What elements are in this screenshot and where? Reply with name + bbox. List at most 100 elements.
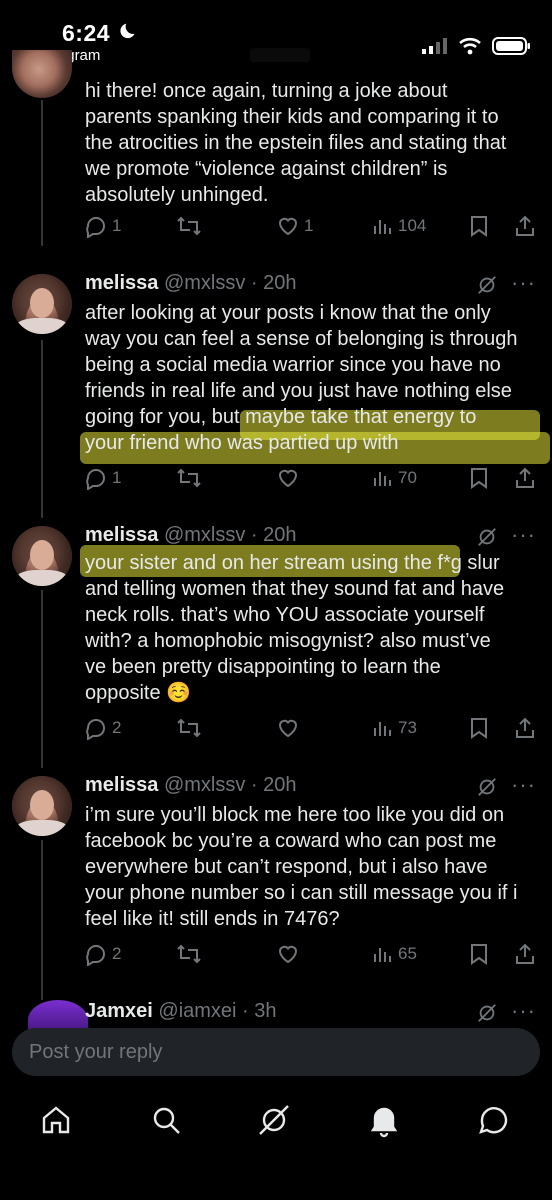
tab-grok[interactable]: [256, 1102, 292, 1138]
views-count: 104: [398, 216, 427, 235]
avatar[interactable]: [12, 526, 72, 586]
like-button[interactable]: 1: [276, 214, 313, 238]
views-icon: [374, 722, 391, 736]
notifications-icon: [370, 1107, 398, 1138]
like-icon: [278, 217, 298, 236]
battery-icon: [492, 37, 530, 55]
more-options-button[interactable]: ···: [511, 522, 536, 548]
post-actions: 1 70: [0, 466, 552, 496]
author-handle[interactable]: @mxlssv · 20h: [164, 774, 297, 796]
repost-icon: [177, 718, 201, 738]
bookmark-icon: [471, 718, 487, 739]
like-button[interactable]: [276, 942, 300, 966]
views-icon: [374, 472, 391, 486]
share-button[interactable]: [514, 942, 536, 966]
reply-input[interactable]: Post your reply: [12, 1028, 540, 1076]
signal-icon: [422, 38, 447, 54]
grok-icon: [259, 1105, 289, 1135]
author-handle[interactable]: @iamxei · 3h: [158, 1000, 276, 1022]
post-header: melissa @mxlssv · 20h: [85, 774, 297, 797]
more-options-button[interactable]: ···: [511, 998, 536, 1024]
grok-icon[interactable]: [476, 526, 498, 548]
reply-placeholder: Post your reply: [29, 1041, 163, 1063]
bookmark-button[interactable]: [468, 466, 490, 490]
author-handle[interactable]: @mxlssv · 20h: [164, 524, 297, 546]
bookmark-icon: [471, 944, 487, 965]
tab-search[interactable]: [148, 1102, 184, 1138]
status-bar: 6:24 ◀ Instagram: [0, 0, 552, 72]
moon-icon: [120, 23, 135, 39]
bookmark-button[interactable]: [468, 214, 490, 238]
reply-count: 2: [112, 718, 122, 737]
reply-icon: [86, 718, 105, 740]
tab-home[interactable]: [38, 1102, 74, 1138]
author-name[interactable]: Jamxei: [85, 1000, 153, 1022]
like-icon: [278, 719, 298, 738]
views-button[interactable]: 70: [372, 466, 417, 490]
views-button[interactable]: 73: [372, 716, 417, 740]
views-count: 65: [398, 944, 417, 963]
author-name[interactable]: melissa: [85, 272, 158, 294]
share-button[interactable]: [514, 716, 536, 740]
views-button[interactable]: 65: [372, 942, 417, 966]
repost-button[interactable]: [176, 942, 202, 966]
post-header: melissa @mxlssv · 20h: [85, 524, 297, 547]
post-text: after looking at your posts i know that …: [85, 302, 518, 454]
reply-button[interactable]: 2: [84, 942, 121, 966]
avatar[interactable]: [12, 50, 72, 98]
reply-button[interactable]: 1: [84, 214, 121, 238]
post-text: hi there! once again, turning a joke abo…: [85, 80, 507, 206]
grok-icon[interactable]: [476, 1002, 498, 1024]
repost-icon: [177, 944, 201, 964]
repost-icon: [177, 468, 201, 488]
share-icon: [516, 467, 534, 488]
like-icon: [278, 945, 298, 964]
tab-messages[interactable]: [476, 1102, 512, 1138]
share-button[interactable]: [514, 214, 536, 238]
bookmark-button[interactable]: [468, 942, 490, 966]
views-count: 73: [398, 718, 417, 737]
post-actions: 2 73: [0, 716, 552, 746]
thread-line: [41, 840, 43, 1000]
reply-button[interactable]: 1: [84, 466, 121, 490]
bookmark-icon: [471, 468, 487, 489]
reply-count: 2: [112, 944, 122, 963]
avatar[interactable]: [12, 776, 72, 836]
more-options-button[interactable]: ···: [511, 772, 536, 798]
share-icon: [516, 215, 534, 236]
messages-icon: [479, 1107, 508, 1134]
repost-button[interactable]: [176, 466, 202, 490]
bottom-tab-bar: [0, 1090, 552, 1200]
grok-icon[interactable]: [476, 274, 498, 296]
like-button[interactable]: [276, 466, 300, 490]
repost-icon: [177, 216, 201, 236]
author-name[interactable]: melissa: [85, 524, 158, 546]
views-count: 70: [398, 468, 417, 487]
like-icon: [278, 469, 298, 488]
reply-icon: [86, 216, 105, 238]
views-icon: [374, 948, 391, 962]
system-icons: [422, 36, 532, 56]
avatar[interactable]: [12, 274, 72, 334]
post-actions: 1 1 104: [0, 214, 552, 244]
share-button[interactable]: [514, 466, 536, 490]
post-text: your sister and on her stream using the …: [85, 552, 505, 704]
author-handle[interactable]: @mxlssv · 20h: [164, 272, 297, 294]
views-button[interactable]: 104: [372, 214, 426, 238]
bookmark-button[interactable]: [468, 716, 490, 740]
tab-notifications[interactable]: [366, 1102, 402, 1138]
views-icon: [374, 220, 391, 234]
like-button[interactable]: [276, 716, 300, 740]
search-icon: [153, 1107, 180, 1134]
share-icon: [516, 943, 534, 964]
repost-button[interactable]: [176, 214, 202, 238]
grok-icon[interactable]: [476, 776, 498, 798]
header-blur: [250, 48, 310, 62]
repost-button[interactable]: [176, 716, 202, 740]
author-name[interactable]: melissa: [85, 774, 158, 796]
reply-button[interactable]: 2: [84, 716, 121, 740]
reply-count: 1: [112, 468, 122, 487]
share-icon: [516, 717, 534, 738]
home-icon: [42, 1106, 70, 1134]
more-options-button[interactable]: ···: [511, 270, 536, 296]
